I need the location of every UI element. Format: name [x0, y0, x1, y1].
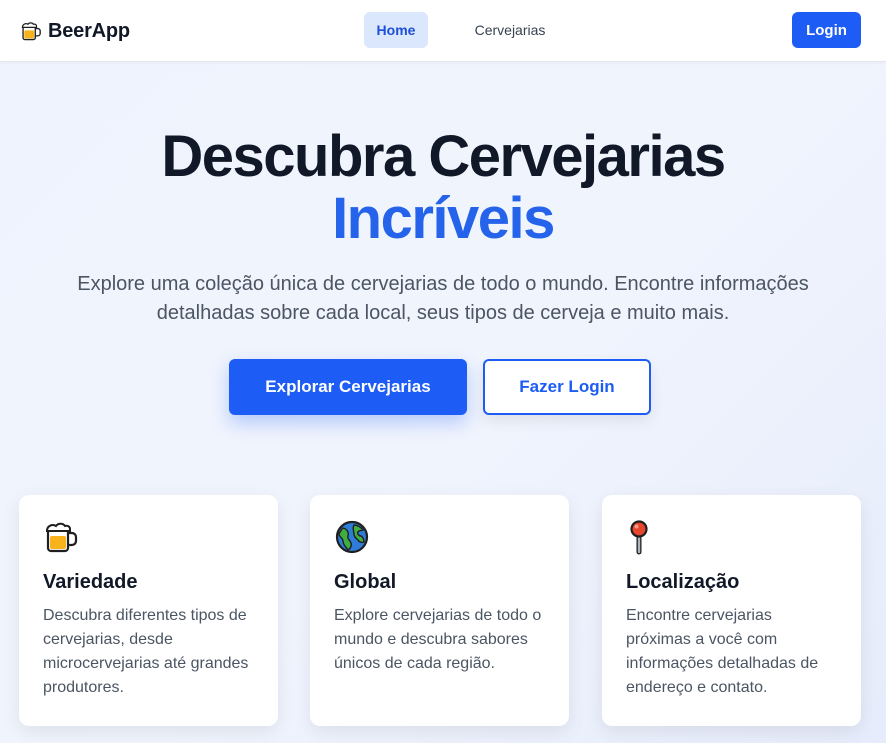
- nav-link-home[interactable]: Home: [364, 12, 428, 48]
- beer-mug-icon: [20, 20, 42, 42]
- feature-card-global: Global Explore cervejarias de todo o mun…: [310, 495, 569, 726]
- pushpin-icon: [626, 519, 662, 555]
- explore-breweries-button[interactable]: Explorar Cervejarias: [229, 359, 467, 415]
- login-button[interactable]: Login: [792, 12, 861, 48]
- beer-mug-icon: [43, 519, 79, 555]
- hero-subtitle: Explore uma coleção única de cervejarias…: [77, 273, 809, 324]
- globe-icon: [334, 519, 370, 555]
- navbar: BeerApp Home Cervejarias Login: [0, 0, 886, 62]
- feature-text: Explore cervejarias de todo o mundo e de…: [334, 607, 542, 672]
- feature-title: Global: [334, 571, 397, 593]
- feature-title: Localização: [626, 571, 740, 593]
- feature-card-localizacao: Localização Encontre cervejarias próxima…: [602, 495, 861, 726]
- brand-link[interactable]: BeerApp: [20, 17, 130, 45]
- hero-title-line1: Descubra Cervejarias: [161, 124, 726, 189]
- feature-text: Descubra diferentes tipos de cervejarias…: [43, 607, 249, 696]
- brand-name: BeerApp: [48, 19, 130, 42]
- hero-login-button[interactable]: Fazer Login: [483, 359, 651, 415]
- feature-card-variedade: Variedade Descubra diferentes tipos de c…: [19, 495, 278, 726]
- nav-link-cervejarias[interactable]: Cervejarias: [462, 12, 558, 48]
- hero-title-highlight: Incríveis: [332, 186, 555, 251]
- feature-text: Encontre cervejarias próximas a você com…: [626, 607, 819, 696]
- feature-title: Variedade: [43, 571, 138, 593]
- hero-title: Descubra Cervejarias Incríveis: [0, 126, 886, 250]
